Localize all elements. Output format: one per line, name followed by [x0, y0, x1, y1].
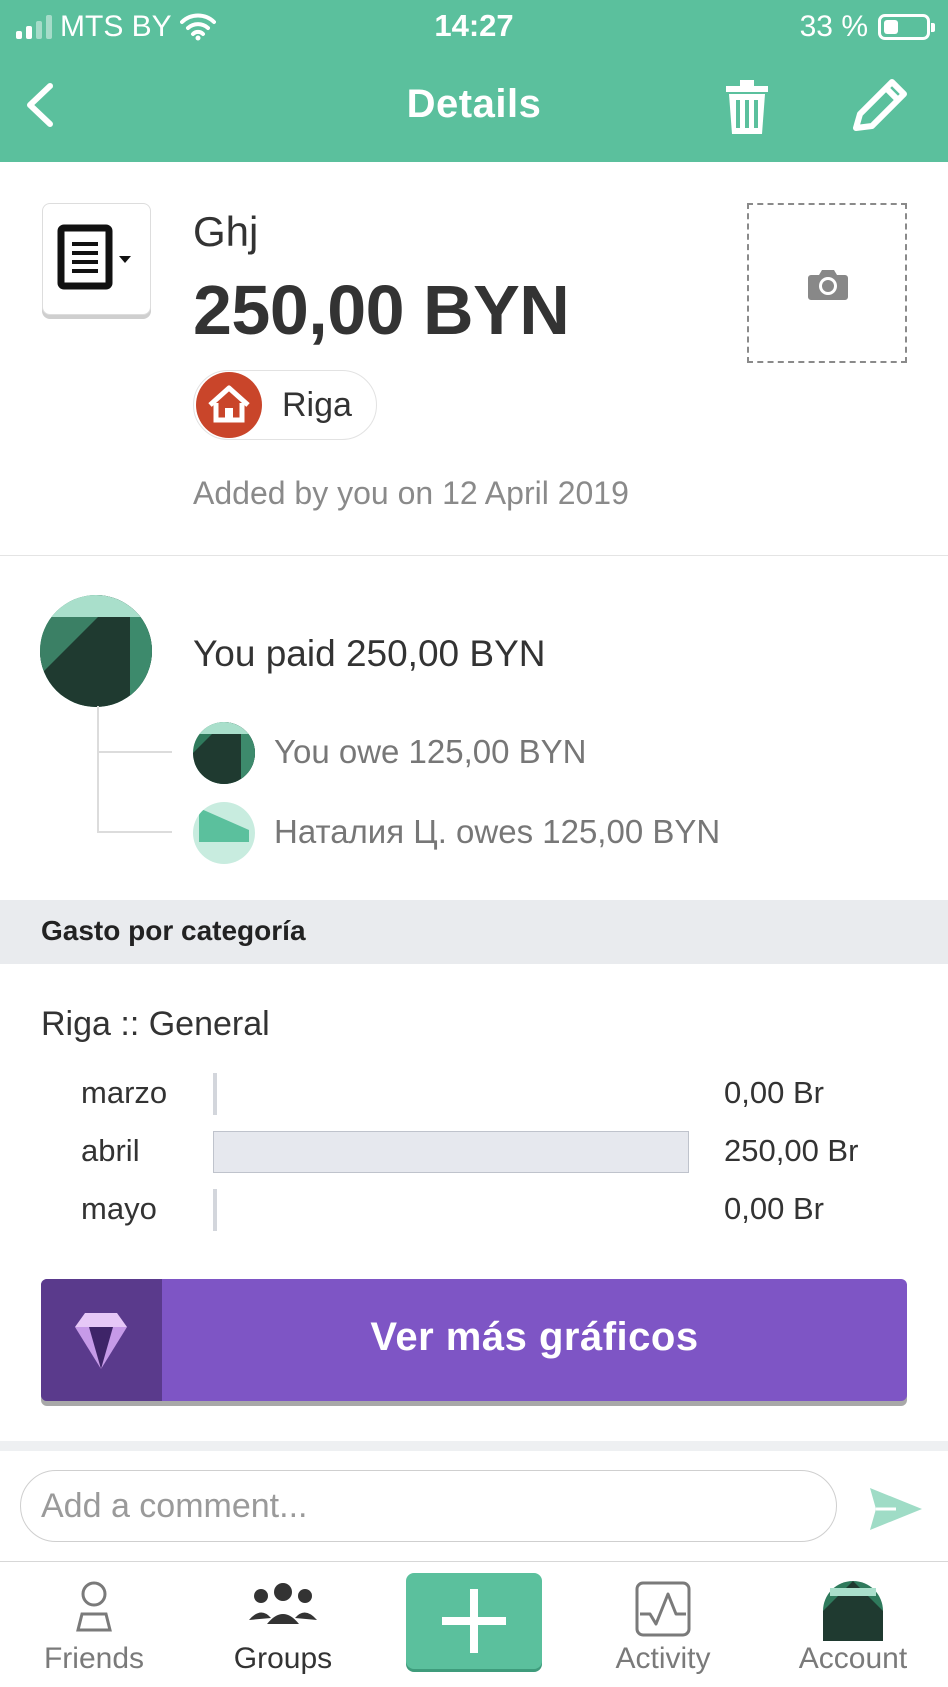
month-value: 0,00 Br	[724, 1191, 824, 1226]
expense-amount: 250,00 BYN	[193, 271, 570, 349]
group-chip[interactable]: Riga	[193, 370, 377, 440]
month-label: abril	[81, 1133, 140, 1168]
group-icon	[249, 1583, 317, 1624]
tab-account[interactable]: Account	[768, 1562, 938, 1687]
activity-icon	[635, 1581, 691, 1637]
category-picker-button[interactable]	[42, 203, 151, 315]
diamond-icon	[75, 1313, 127, 1369]
add-photo-button[interactable]	[747, 203, 907, 363]
status-bar: MTS BY 14:27 33 %	[0, 0, 948, 52]
tree-connector	[97, 751, 172, 753]
tree-connector	[97, 706, 99, 832]
more-charts-label: Ver más gráficos	[370, 1315, 699, 1359]
spend-bar	[213, 1131, 689, 1173]
tab-groups[interactable]: Groups	[198, 1562, 368, 1687]
section-title: Gasto por categoría	[41, 915, 306, 946]
expense-description: Ghj	[193, 208, 259, 255]
spend-bar	[213, 1189, 689, 1231]
payer-avatar	[40, 595, 152, 707]
battery-percent: 33 %	[799, 10, 868, 43]
spend-bar-baseline	[213, 1073, 217, 1115]
paid-summary: You paid 250,00 BYN	[193, 633, 546, 674]
send-icon[interactable]	[866, 1484, 926, 1534]
tab-friends[interactable]: Friends	[9, 1562, 179, 1687]
added-by-text: Added by you on 12 April 2019	[193, 475, 629, 511]
house-icon	[208, 385, 250, 423]
tree-connector	[97, 831, 172, 833]
share-line: Наталия Ц. owes 125,00 BYN	[274, 813, 721, 850]
friend-avatar	[193, 802, 255, 864]
category-name: Riga :: General	[41, 1005, 270, 1043]
spend-bar	[213, 1073, 689, 1115]
spend-bar-fill	[213, 1131, 689, 1173]
tab-label: Friends	[43, 1642, 145, 1675]
month-value: 0,00 Br	[724, 1075, 824, 1110]
more-charts-button[interactable]: Ver más gráficos	[41, 1279, 907, 1401]
tab-label: Account	[798, 1642, 908, 1675]
divider	[0, 555, 948, 556]
pencil-icon[interactable]	[848, 76, 910, 136]
tab-label: Activity	[615, 1642, 711, 1675]
camera-icon	[808, 270, 848, 300]
battery-icon	[878, 14, 935, 40]
gem-badge	[41, 1279, 162, 1401]
status-right: 33 %	[799, 10, 935, 44]
tab-activity[interactable]: Activity	[578, 1562, 748, 1687]
person-icon	[76, 1581, 112, 1632]
plus-icon	[442, 1589, 506, 1653]
month-label: marzo	[81, 1075, 168, 1110]
trash-icon[interactable]	[722, 76, 772, 136]
month-label: mayo	[81, 1191, 157, 1226]
add-expense-button[interactable]	[406, 1573, 542, 1669]
comment-input[interactable]	[20, 1470, 837, 1542]
tab-label: Groups	[233, 1642, 333, 1675]
group-avatar	[196, 372, 262, 438]
avatar-icon	[823, 1581, 883, 1641]
receipt-icon	[57, 224, 131, 290]
spend-bar-baseline	[213, 1189, 217, 1231]
month-value: 250,00 Br	[724, 1133, 859, 1168]
user-avatar	[193, 722, 255, 784]
group-name: Riga	[282, 385, 352, 424]
divider	[0, 1441, 948, 1451]
app-header: MTS BY 14:27 33 % Details	[0, 0, 948, 162]
page-title: Details	[406, 82, 542, 126]
share-line: You owe 125,00 BYN	[274, 733, 587, 770]
